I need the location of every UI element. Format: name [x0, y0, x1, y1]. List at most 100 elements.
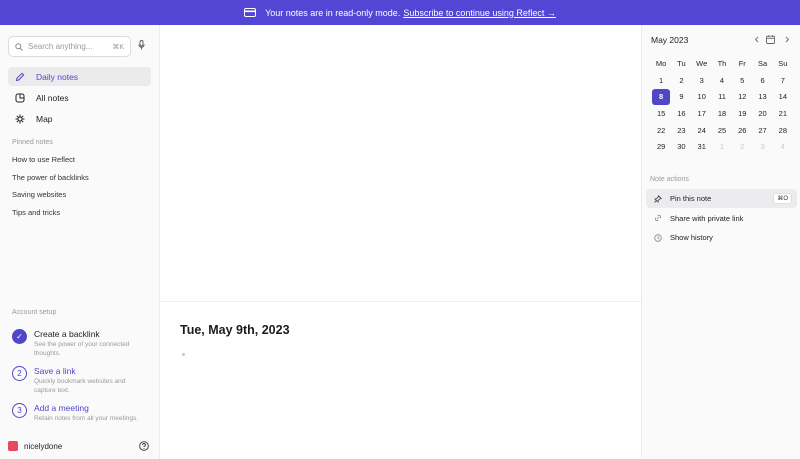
setup-step-desc: Quickly bookmark websites and capture te…	[34, 378, 126, 394]
calendar-week: 8 9 10 11 12 13 14	[651, 88, 793, 105]
step-number: 2	[12, 366, 27, 381]
calendar-day[interactable]: 19	[732, 105, 752, 121]
calendar-day[interactable]: 23	[671, 122, 691, 138]
calendar-day-next-month[interactable]: 2	[732, 139, 752, 155]
note-editor[interactable]: Tue, May 9th, 2023	[160, 25, 641, 459]
setup-step-desc: See the power of your connected thoughts…	[34, 341, 130, 357]
empty-bullet[interactable]	[182, 353, 185, 356]
search-input[interactable]	[28, 42, 108, 51]
selected-day-label: 8	[652, 88, 671, 105]
check-icon: ✓	[12, 329, 27, 344]
search-box[interactable]: ⌘K	[8, 36, 131, 57]
setup-step-title[interactable]: Create a backlink	[34, 329, 100, 339]
calendar-icon[interactable]	[766, 35, 775, 44]
calendar-day[interactable]: 1	[651, 72, 671, 88]
main-nav: Daily notes All notes Map	[8, 67, 151, 130]
calendar-day[interactable]: 17	[692, 105, 712, 121]
calendar-day[interactable]: 5	[732, 72, 752, 88]
subscribe-link[interactable]: Subscribe to continue using Reflect →	[403, 8, 556, 18]
calendar-day[interactable]: 7	[773, 72, 793, 88]
calendar-day[interactable]: 30	[671, 139, 691, 155]
calendar-day-next-month[interactable]: 1	[712, 139, 732, 155]
weekday-header-row: Mo Tu We Th Fr Sa Su	[651, 55, 793, 72]
step-number: 3	[12, 403, 27, 418]
chevron-right-icon[interactable]	[784, 36, 790, 43]
calendar-day[interactable]: 11	[712, 89, 732, 105]
setup-step-title[interactable]: Add a meeting	[34, 403, 89, 413]
clock-icon	[654, 233, 664, 242]
pinned-note-item[interactable]: How to use Reflect	[12, 155, 89, 173]
read-only-banner: Your notes are in read-only mode. Subscr…	[0, 0, 800, 25]
divider	[160, 301, 641, 302]
pinned-note-item[interactable]: The power of backlinks	[12, 173, 89, 191]
calendar-day[interactable]: 22	[651, 122, 671, 138]
weekday-label: Su	[778, 58, 788, 68]
calendar-day[interactable]: 25	[712, 122, 732, 138]
user-account[interactable]: nicelydone	[8, 441, 62, 451]
calendar-day[interactable]: 24	[692, 122, 712, 138]
nav-label: Map	[36, 113, 53, 124]
calendar-week: 22 23 24 25 26 27 28	[651, 122, 793, 139]
help-icon[interactable]	[139, 441, 149, 451]
share-link-action[interactable]: Share with private link	[646, 209, 797, 228]
link-icon	[654, 214, 664, 222]
weekday-label: Sa	[757, 58, 768, 68]
calendar-day[interactable]: 9	[671, 89, 691, 105]
calendar-day[interactable]: 20	[752, 105, 772, 121]
calendar-day[interactable]: 14	[773, 89, 793, 105]
calendar-day[interactable]: 13	[752, 89, 772, 105]
nav-map[interactable]: Map	[8, 109, 151, 128]
calendar-day[interactable]: 28	[773, 122, 793, 138]
microphone-icon[interactable]	[138, 40, 145, 50]
setup-step-desc: Retain notes from all your meetings.	[34, 415, 139, 422]
pinned-note-item[interactable]: Saving websites	[12, 190, 89, 208]
show-history-action[interactable]: Show history	[646, 228, 797, 247]
note-actions-list: Pin this note ⌘O Share with private link…	[646, 189, 797, 248]
calendar-day[interactable]: 29	[651, 139, 671, 155]
weekday-label: We	[696, 58, 708, 68]
calendar-day[interactable]: 31	[692, 139, 712, 155]
nav-daily-notes[interactable]: Daily notes	[8, 67, 151, 86]
calendar-day[interactable]: 2	[671, 72, 691, 88]
nav-all-notes[interactable]: All notes	[8, 88, 151, 107]
calendar-week: 1 2 3 4 5 6 7	[651, 72, 793, 89]
avatar	[8, 441, 18, 451]
calendar-day[interactable]: 4	[712, 72, 732, 88]
calendar-day[interactable]: 27	[752, 122, 772, 138]
calendar-week: 15 16 17 18 19 20 21	[651, 105, 793, 122]
calendar-grid: Mo Tu We Th Fr Sa Su 1 2 3 4 5 6 7 8 9 1…	[651, 55, 793, 155]
calendar-day[interactable]: 26	[732, 122, 752, 138]
action-label: Pin this note	[670, 194, 712, 203]
pencil-icon	[15, 72, 27, 82]
calendar-day-next-month[interactable]: 3	[752, 139, 772, 155]
calendar-day[interactable]: 18	[712, 105, 732, 121]
calendar-day[interactable]: 10	[692, 89, 712, 105]
calendar-day[interactable]: 16	[671, 105, 691, 121]
calendar-day[interactable]: 6	[752, 72, 772, 88]
search-icon	[15, 42, 23, 51]
chevron-left-icon[interactable]	[754, 36, 760, 43]
page-title: Tue, May 9th, 2023	[180, 323, 290, 337]
pin-shortcut: ⌘O	[773, 193, 792, 204]
pinned-note-item[interactable]: Tips and tricks	[12, 208, 89, 226]
pinned-notes-list: How to use Reflect The power of backlink…	[12, 155, 89, 225]
calendar-day[interactable]: 12	[732, 89, 752, 105]
pin-note-action[interactable]: Pin this note ⌘O	[646, 189, 797, 208]
calendar-day[interactable]: 15	[651, 105, 671, 121]
calendar-day-next-month[interactable]: 4	[773, 139, 793, 155]
setup-step-title[interactable]: Save a link	[34, 366, 76, 376]
note-actions-heading: Note actions	[650, 176, 689, 183]
nav-label: Daily notes	[36, 71, 79, 82]
calendar-month: May 2023	[651, 35, 689, 45]
weekday-label: Fr	[738, 58, 746, 68]
right-panel: May 2023 Mo Tu We Th Fr Sa Su 1 2 3 4 5 …	[641, 25, 800, 459]
calendar-day-selected[interactable]: 8	[651, 88, 671, 105]
banner-text: Your notes are in read-only mode.	[265, 7, 401, 18]
calendar-day[interactable]: 21	[773, 105, 793, 121]
calendar-day[interactable]: 3	[692, 72, 712, 88]
pin-icon	[654, 194, 664, 203]
weekday-label: Mo	[655, 58, 667, 68]
notes-icon	[15, 93, 27, 103]
action-label: Share with private link	[670, 213, 744, 223]
credit-card-icon	[244, 8, 257, 17]
